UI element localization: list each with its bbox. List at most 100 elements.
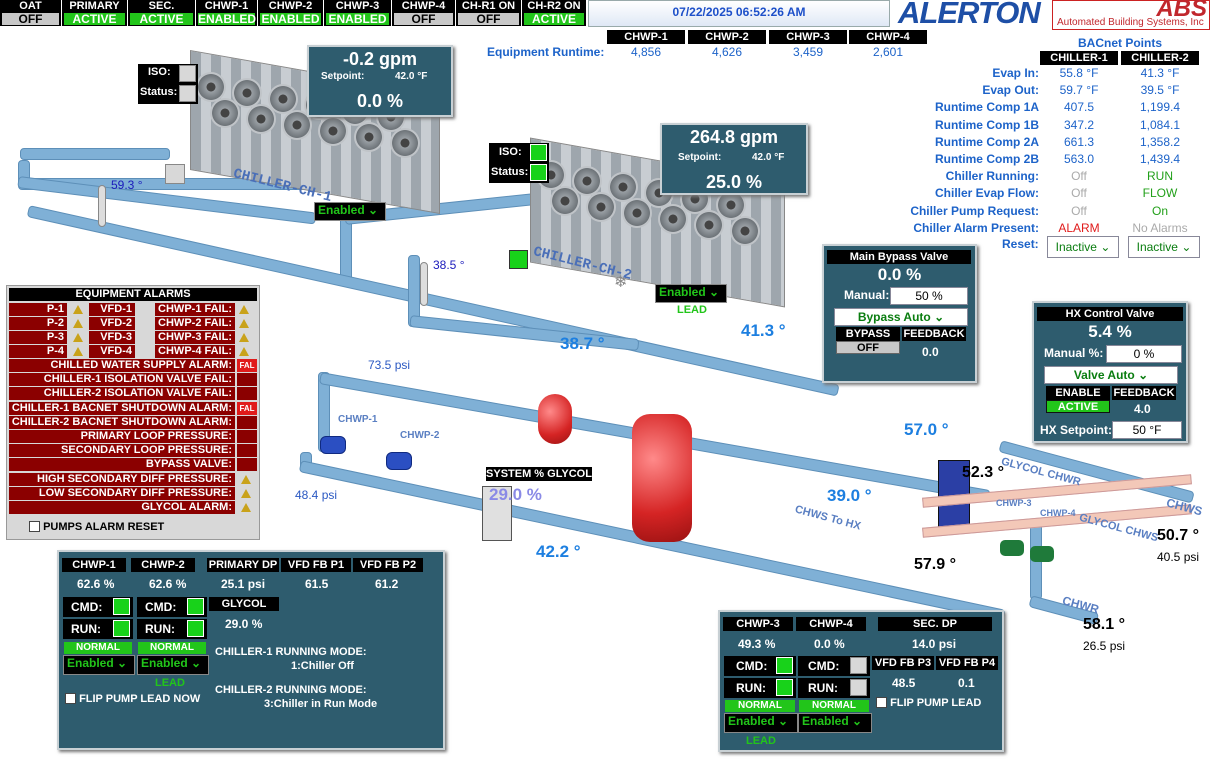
chiller-1-flow-panel: -0.2 gpm Setpoint: 42.0 °F 0.0 % [307, 45, 453, 117]
chwp-4-label: CHWP-4 [1040, 508, 1076, 518]
fan-icon [246, 104, 276, 134]
pump-fail-label: CHWP-2 FAIL: [155, 317, 235, 330]
bypass-manual-input[interactable]: 50 % [890, 287, 968, 305]
hx-temp-57-9: 57.9 ° [914, 556, 956, 573]
chiller-1-enable-select[interactable]: Enabled ⌄ [314, 202, 386, 221]
status-chwp-1: CHWP-1 ENABLED [196, 0, 257, 26]
chwp-3-enable-select[interactable]: Enabled ⌄ [724, 713, 798, 733]
chiller-2-lead: LEAD [677, 304, 707, 316]
run-label: RUN: [808, 681, 838, 695]
chwp-4-pump-icon [1030, 546, 1054, 562]
chwp-2-enable-select[interactable]: Enabled ⌄ [137, 655, 209, 675]
chwp-2-run-indicator [187, 620, 204, 637]
run-label: RUN: [145, 622, 175, 636]
temp-57-0: 57.0 ° [904, 420, 949, 439]
alarm-row-label: SECONDARY LOOP PRESSURE: [9, 444, 235, 458]
reset-chiller1-select[interactable]: Inactive ⌄ [1047, 236, 1119, 258]
vfd-fb-p3-header: VFD FB P3 [872, 656, 934, 670]
checkbox-icon[interactable] [29, 521, 40, 532]
bypass-feedback: 0.0 [922, 345, 939, 359]
cmd-label: CMD: [145, 600, 177, 614]
chiller-2-enable-select[interactable]: Enabled ⌄ [655, 284, 727, 303]
hand-alarm-label: P-2 HAND: [9, 317, 67, 342]
chwp-1-enable-select[interactable]: Enabled ⌄ [63, 655, 135, 675]
hx-enable-state: ACTIVE [1046, 400, 1110, 413]
bacnet-chiller1-value: 347.2 [1063, 117, 1095, 132]
iso-label: ISO: [148, 66, 171, 78]
flip-pump-lead[interactable]: FLIP PUMP LEAD [876, 697, 981, 709]
chevron-down-icon: ⌄ [117, 656, 128, 670]
fan-icon [730, 216, 760, 246]
chwp-1-cmd-indicator [113, 598, 130, 615]
checkbox-icon[interactable] [65, 693, 76, 704]
chwp-4-enable-select[interactable]: Enabled ⌄ [798, 713, 872, 733]
warning-icon [239, 305, 249, 314]
bacnet-chiller2-value: 1,439.4 [1139, 152, 1181, 166]
status-label: SEC. [148, 0, 175, 12]
chiller-1-status-indicator [165, 164, 185, 184]
flip-pump-lead-now[interactable]: FLIP PUMP LEAD NOW [65, 693, 200, 705]
status-label: PRIMARY [69, 0, 120, 12]
chwp-4-cmd-indicator [850, 657, 867, 674]
fan-icon [658, 204, 688, 234]
chwp-2-cmd-indicator [187, 598, 204, 615]
chwp-3-cmd-row: CMD: [724, 656, 796, 676]
pressure-48-4: 48.4 psi [295, 488, 338, 502]
status-chwp-2: CHWP-2 ENABLED [258, 0, 323, 26]
pumps-alarm-reset[interactable]: PUMPS ALARM RESET [29, 521, 164, 533]
alarm-row-label: CHILLED WATER SUPPLY ALARM: [9, 359, 235, 372]
chwp-4-speed: 0.0 % [814, 637, 845, 651]
abs-logo-sub: Automated Building Systems, Inc [1057, 17, 1204, 28]
flip-pump-lead-now-label: FLIP PUMP LEAD NOW [79, 693, 201, 705]
datetime: 07/22/2025 06:52:26 AM [588, 0, 890, 27]
status-label: CHWP-1 [204, 0, 249, 12]
chwp-2-cmd-row: CMD: [137, 597, 207, 617]
hx-mode-value: Valve Auto [1073, 368, 1135, 382]
vfd-label: VFD-1 [89, 303, 135, 316]
chiller-1-iso-panel: ISO: Status: [138, 64, 198, 104]
hx-mode-select[interactable]: Valve Auto ⌄ [1044, 366, 1178, 384]
status-sec-: SEC. ACTIVE [128, 0, 195, 26]
glycol-pct: 29.0 % [225, 617, 263, 631]
runtime-value: 2,601 [872, 45, 904, 59]
alarm-row-label: CHILLER-2 ISOLATION VALVE FAIL: [9, 387, 235, 401]
hand-alarm-label: P-3 HAND: [9, 331, 67, 356]
chevron-down-icon: ⌄ [709, 285, 720, 299]
chwp-3-enable-value: Enabled [728, 714, 775, 728]
vfd-fb-p2-header: VFD FB P2 [353, 558, 423, 572]
chws-temp: 50.7 ° [1157, 527, 1199, 544]
alarm-row-label: PRIMARY LOOP PRESSURE: [9, 430, 235, 443]
status-chwp-3: CHWP-3 ENABLED [324, 0, 391, 26]
runtime-value: 4,626 [711, 45, 743, 59]
status-value: ACTIVE [130, 13, 193, 25]
bacnet-chiller1-value: Off [1071, 203, 1087, 218]
alarm-indicator [237, 430, 257, 443]
bacnet-chiller1-value: 55.8 °F [1059, 66, 1099, 80]
setpoint-label: Setpoint: [678, 152, 722, 163]
reset-chiller2-select[interactable]: Inactive ⌄ [1128, 236, 1200, 258]
chwp-1-normal: NORMAL [64, 642, 132, 654]
sec-dp-header: SEC. DP [878, 617, 992, 631]
hx-setpoint-input[interactable]: 50 °F [1112, 421, 1182, 439]
chiller-1-enable-value: Enabled [318, 203, 365, 217]
warning-icon [73, 319, 83, 328]
hx-manual-input[interactable]: 0 % [1106, 345, 1182, 363]
chws-pressure: 40.5 psi [1157, 550, 1200, 564]
chwp-4-run-indicator [850, 679, 867, 696]
pressure-73-5: 73.5 psi [368, 358, 411, 372]
fan-icon [622, 198, 652, 228]
run-label: RUN: [71, 622, 101, 636]
chwp-2-pump-icon [386, 452, 412, 470]
status-ch-r2-on: CH-R2 ON ACTIVE [522, 0, 586, 26]
alarm-indicator [237, 373, 257, 387]
primary-pump-panel: CHWP-1 CHWP-2 PRIMARY DP VFD FB P1 VFD F… [57, 550, 445, 750]
chiller-2-temp: 38.5 ° [433, 258, 465, 272]
chwp-1-run-row: RUN: [63, 619, 133, 639]
chwp-2-normal: NORMAL [138, 642, 206, 654]
hx-feedback: 4.0 [1134, 402, 1151, 416]
bacnet-chiller2-value: 1,199.4 [1139, 100, 1181, 115]
bacnet-label: Chiller Evap Flow: [934, 186, 1039, 201]
checkbox-icon[interactable] [876, 697, 887, 708]
bypass-mode-select[interactable]: Bypass Auto ⌄ [834, 308, 968, 326]
chiller-1-pct: 0.0 % [356, 91, 404, 111]
